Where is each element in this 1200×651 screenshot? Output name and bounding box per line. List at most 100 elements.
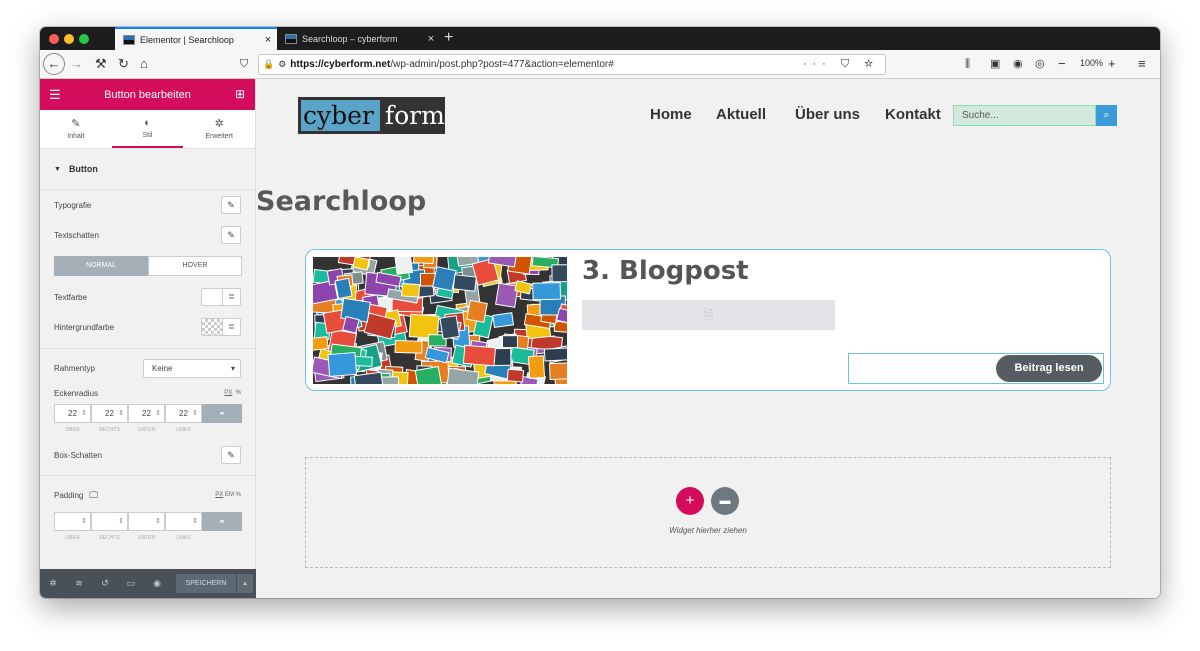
nav-link-aktuell[interactable]: Aktuell bbox=[716, 106, 766, 123]
save-options-icon[interactable]: ▲ bbox=[237, 574, 253, 593]
library-icon[interactable]: ⫼ bbox=[965, 55, 970, 73]
radius-right-input[interactable]: 22 ⇕ bbox=[91, 404, 128, 423]
eckenradius-inputs: 22 ⇕ 22 ⇕ 22 ⇕ 22 ⇕ ⚭ bbox=[54, 404, 242, 423]
url-bar[interactable]: 🔒 ⚙ https://cyberform.net/wp-admin/post.… bbox=[258, 54, 886, 75]
dim-label: RECHTS bbox=[99, 427, 120, 433]
link-values-icon[interactable]: ⚭ bbox=[202, 404, 242, 423]
tab-normal[interactable]: NORMAL bbox=[54, 256, 148, 276]
tab-label: Inhalt bbox=[67, 133, 85, 140]
tab-label: Stil bbox=[142, 132, 153, 139]
desktop-icon[interactable]: 🖵 bbox=[89, 490, 98, 501]
global-colors-icon[interactable]: ≣ bbox=[222, 319, 240, 335]
reload-button[interactable]: ↻ bbox=[118, 55, 129, 73]
menu-icon[interactable]: ≡ bbox=[1138, 55, 1146, 73]
zoom-out-button[interactable]: − bbox=[1058, 55, 1066, 73]
history-icon[interactable]: ↺ bbox=[92, 578, 118, 589]
input-value: 22 bbox=[142, 409, 151, 418]
close-tab-icon[interactable]: × bbox=[259, 34, 277, 46]
unit-percent[interactable]: % bbox=[236, 492, 241, 498]
radius-left-input[interactable]: 22 ⇕ bbox=[165, 404, 202, 423]
dim-label: UNTEN bbox=[137, 535, 156, 541]
padding-bottom-input[interactable]: ⇕ bbox=[128, 512, 165, 531]
forward-button[interactable]: → bbox=[70, 55, 83, 73]
color-swatch[interactable] bbox=[202, 289, 222, 305]
link-values-icon[interactable]: ⚭ bbox=[202, 512, 242, 531]
section-button-toggle[interactable]: ▼ Button bbox=[40, 149, 255, 190]
tab-searchloop[interactable]: Searchloop – cyberform × bbox=[277, 27, 440, 50]
unit-switcher: PX EM % bbox=[215, 492, 241, 498]
control-eckenradius: Eckenradius bbox=[54, 383, 241, 403]
edit-textschatten-button[interactable]: ✎ bbox=[221, 226, 241, 244]
page-title: Searchloop bbox=[256, 186, 427, 217]
unit-percent[interactable]: % bbox=[236, 390, 241, 396]
save-button[interactable]: SPEICHERN bbox=[176, 574, 236, 593]
new-tab-button[interactable]: + bbox=[444, 29, 453, 47]
input-value: 22 bbox=[68, 409, 77, 418]
dim-labels: OBEN RECHTS UNTEN LINKS bbox=[54, 427, 242, 433]
zoom-in-button[interactable]: + bbox=[1108, 55, 1116, 73]
radius-bottom-input[interactable]: 22 ⇕ bbox=[128, 404, 165, 423]
zoom-level[interactable]: 100% bbox=[1080, 58, 1103, 68]
read-more-button[interactable]: Beitrag lesen bbox=[996, 355, 1102, 382]
control-textfarbe: Textfarbe ≣ bbox=[54, 287, 241, 307]
nav-link-kontakt[interactable]: Kontakt bbox=[885, 106, 941, 123]
tab-hover[interactable]: HOVER bbox=[148, 256, 242, 276]
sidebar-toggle-icon[interactable]: ▣ bbox=[990, 55, 1000, 73]
search-button[interactable]: ⌕ bbox=[1096, 105, 1117, 126]
hamburger-menu-icon[interactable]: ☰ bbox=[49, 87, 61, 103]
settings-icon[interactable]: ✲ bbox=[40, 578, 66, 589]
control-label: Padding bbox=[54, 490, 84, 500]
nav-link-home[interactable]: Home bbox=[650, 106, 692, 123]
preview-eye-icon[interactable]: ◉ bbox=[144, 578, 170, 589]
hintergrundfarbe-color-picker[interactable]: ≣ bbox=[201, 318, 241, 336]
panel-footer: ✲ ≋ ↺ ▭ ◉ SPEICHERN ▲ bbox=[40, 569, 256, 598]
textfarbe-color-picker[interactable]: ≣ bbox=[201, 288, 241, 306]
edit-typografie-button[interactable]: ✎ bbox=[221, 196, 241, 214]
post-thumbnail[interactable] bbox=[313, 257, 567, 384]
tab-erweitert[interactable]: ✲ Erweitert bbox=[183, 110, 255, 148]
navigator-layers-icon[interactable]: ≋ bbox=[66, 578, 92, 589]
post-title[interactable]: 3. Blogpost bbox=[582, 256, 749, 286]
tab-elementor[interactable]: Elementor | Searchloop × bbox=[115, 27, 277, 50]
nav-link-ueber-uns[interactable]: Über uns bbox=[795, 106, 860, 123]
permissions-icon[interactable]: ⚙ bbox=[278, 59, 286, 70]
dim-label: UNTEN bbox=[137, 427, 156, 433]
add-section-button[interactable]: + bbox=[676, 487, 704, 515]
pocket-icon[interactable]: ⛉ bbox=[240, 55, 248, 73]
account-icon[interactable]: ◎ bbox=[1035, 55, 1045, 73]
unit-px[interactable]: PX bbox=[215, 492, 223, 498]
home-button[interactable]: ⌂ bbox=[140, 55, 148, 73]
radius-top-input[interactable]: 22 ⇕ bbox=[54, 404, 91, 423]
back-button[interactable]: ← bbox=[43, 53, 65, 75]
padding-left-input[interactable]: ⇕ bbox=[165, 512, 202, 531]
tab-stil[interactable]: ◐ Stil bbox=[111, 110, 184, 148]
tab-title: Searchloop – cyberform bbox=[302, 33, 398, 44]
minimize-window-button[interactable] bbox=[64, 34, 74, 44]
padding-right-input[interactable]: ⇕ bbox=[91, 512, 128, 531]
unit-px[interactable]: PX bbox=[224, 390, 232, 396]
search-input[interactable]: Suche... bbox=[953, 105, 1096, 126]
navigation-bar: ← → ⚒ ↻ ⌂ ⛉ 🔒 ⚙ https://cyberform.net/wp… bbox=[40, 50, 1160, 79]
rahmentyp-select[interactable]: Keine bbox=[143, 358, 241, 378]
dim-label: OBEN bbox=[65, 427, 80, 433]
tab-inhalt[interactable]: ✎ Inhalt bbox=[40, 110, 112, 148]
global-colors-icon[interactable]: ≣ bbox=[222, 289, 240, 305]
padding-top-input[interactable]: ⇕ bbox=[54, 512, 91, 531]
color-swatch[interactable] bbox=[202, 319, 222, 335]
url-text: https://cyberform.net/wp-admin/post.php?… bbox=[290, 59, 614, 70]
add-template-button[interactable]: ▬ bbox=[711, 487, 739, 515]
page-actions-icon[interactable]: ··· ⛉ ☆ bbox=[803, 58, 879, 71]
site-logo[interactable]: cyber form bbox=[298, 97, 445, 134]
edit-box-schatten-button[interactable]: ✎ bbox=[221, 446, 241, 464]
wrench-icon[interactable]: ⚒ bbox=[95, 55, 107, 73]
unit-em[interactable]: EM bbox=[225, 492, 234, 498]
control-typografie: Typografie ✎ bbox=[54, 195, 241, 215]
widgets-grid-icon[interactable]: ⊞ bbox=[235, 87, 245, 101]
close-window-button[interactable] bbox=[49, 34, 59, 44]
widget-drop-zone[interactable]: + ▬ Widget hierher ziehen bbox=[305, 457, 1111, 568]
section-title: Button bbox=[68, 164, 98, 174]
extension-icon[interactable]: ◉ bbox=[1013, 55, 1023, 73]
responsive-mode-icon[interactable]: ▭ bbox=[118, 578, 144, 589]
maximize-window-button[interactable] bbox=[79, 34, 89, 44]
close-tab-icon[interactable]: × bbox=[422, 33, 440, 45]
